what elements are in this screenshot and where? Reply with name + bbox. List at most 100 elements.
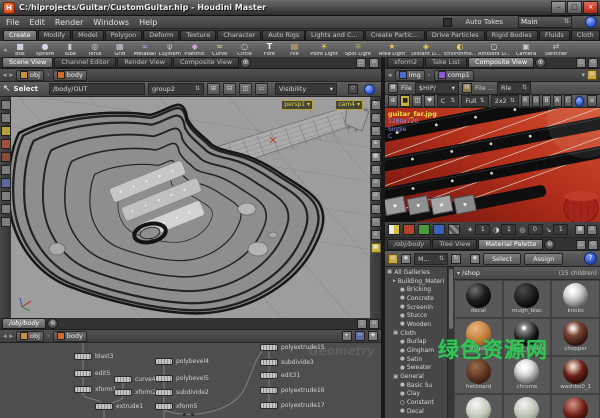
network-node-polyextrude15[interactable]: polyextrude15 <box>260 344 325 351</box>
network-node-polybevel4[interactable]: polybevel4 <box>155 358 209 365</box>
shelf-tab-lights[interactable]: Lights and C... <box>305 30 364 41</box>
tab-network-obj-body[interactable]: /obj/body <box>2 318 46 329</box>
pane-menu-icon[interactable]: ⊙ <box>588 58 598 68</box>
tool-camera[interactable]: ▣Camera <box>512 43 540 57</box>
tool-platonic[interactable]: ◆Platonic <box>183 43 206 57</box>
network-node-xform5[interactable]: xform5 <box>155 403 197 410</box>
breadcrumb-body[interactable]: body <box>53 331 87 342</box>
spinner-icon[interactable]: ⇅ <box>195 86 200 92</box>
network-node-polyextrude16[interactable]: polyextrude16 <box>260 387 325 394</box>
network-node-edit5[interactable]: edit5 <box>74 370 110 377</box>
close-button[interactable]: × <box>583 1 598 14</box>
view-option-icon[interactable]: ◫ <box>371 165 381 175</box>
menu-file[interactable]: File <box>6 18 19 27</box>
material-swatch-rough-black[interactable]: rough_blac <box>503 280 552 318</box>
node-type-icon[interactable]: ▦ <box>388 83 398 93</box>
material-swatch-decal[interactable]: decal <box>454 280 503 318</box>
select-none-button[interactable]: ⊟ <box>223 83 236 95</box>
network-node-subdivide2[interactable]: subdivide2 <box>155 389 209 396</box>
tab-obj-body[interactable]: /obj/body <box>387 239 431 250</box>
tree-item-general[interactable]: ▣General <box>385 372 447 381</box>
shelf-tab-deform[interactable]: Deform <box>143 30 179 41</box>
node-pill[interactable] <box>155 358 173 365</box>
chevron-down-icon[interactable]: ▾ <box>581 71 585 79</box>
view-option-icon[interactable]: ◇ <box>371 204 381 214</box>
nav-back-icon[interactable]: ◂ <box>3 71 7 79</box>
material-sphere[interactable] <box>466 283 491 308</box>
material-sphere[interactable] <box>563 321 588 346</box>
material-swatch[interactable] <box>454 394 503 418</box>
browse-icon[interactable]: ▤ <box>462 83 472 93</box>
node-pill[interactable] <box>260 344 278 351</box>
maximize-button[interactable]: □ <box>567 1 582 14</box>
nav-back-icon[interactable]: ◂ <box>3 332 7 340</box>
slope-value[interactable]: 1 <box>553 224 568 235</box>
material-sphere[interactable] <box>563 359 588 384</box>
format-dropdown[interactable]: Rle⇅ <box>497 82 531 94</box>
title-bar[interactable]: H C:/hiprojects/Guitar/CustomGuitar.hip … <box>0 0 600 16</box>
node-pill[interactable] <box>74 353 92 360</box>
view-tool-icon[interactable] <box>1 139 11 149</box>
node-pill[interactable] <box>114 389 132 396</box>
gallery-search-icon[interactable]: ◉ <box>401 254 411 264</box>
auto-takes-checkbox[interactable] <box>443 18 452 27</box>
view-option-icon[interactable]: ⊞ <box>371 139 381 149</box>
render-image-view[interactable]: guitar_far.jpg 1280x720 Single C <box>385 108 600 222</box>
network-node-polybevel5[interactable]: polybevel5 <box>155 375 209 382</box>
select-all-button[interactable]: ⊞ <box>207 83 220 95</box>
shelf-tab-driveparticles[interactable]: Drive Particles <box>426 30 485 41</box>
pane-menu-icon[interactable]: ⊙ <box>369 319 379 329</box>
tool-environment-light[interactable]: ◐Environme... <box>444 43 476 57</box>
add-pane-tab-icon[interactable]: ⊕ <box>535 57 546 68</box>
persp-camera-label[interactable]: persp1 ▾ <box>281 100 313 110</box>
viewport-scene[interactable] <box>0 97 381 318</box>
view-option-icon[interactable]: ▭ <box>371 126 381 136</box>
grid-select[interactable]: 2x2⇅ <box>491 95 519 107</box>
collapse-icon[interactable]: ▾ <box>457 270 460 277</box>
network-node-blast3[interactable]: blast3 <box>74 353 113 360</box>
add-pane-tab-icon[interactable]: ⊕ <box>47 318 58 329</box>
view-option-icon[interactable]: ⊟ <box>371 191 381 201</box>
pane-menu-icon[interactable]: ⊙ <box>588 240 598 250</box>
channel-g-button[interactable]: G <box>532 95 541 107</box>
view-option-icon[interactable]: ▭ <box>371 217 381 227</box>
tool-distant-light[interactable]: ◈Distant Li... <box>410 43 442 57</box>
tool-ambient-light[interactable]: ○Ambient Li... <box>478 43 510 57</box>
gallery-folder-icon[interactable]: ▤ <box>388 254 398 264</box>
tool-curve[interactable]: ≈Curve <box>208 43 231 57</box>
tool-grid[interactable]: ▦Grid <box>108 43 131 57</box>
menu-help[interactable]: Help <box>139 18 157 27</box>
shelf-tab-rigidbodies[interactable]: Rigid Bodies <box>486 30 538 41</box>
material-swatch-knobs[interactable]: knobs <box>551 280 600 318</box>
tree-item-stucco[interactable]: ●Stucco <box>385 311 447 320</box>
alpha-swatch[interactable] <box>448 224 460 235</box>
breadcrumb-comp1[interactable]: comp1 <box>434 70 474 81</box>
tree-item-bricking[interactable]: ●Bricking <box>385 285 447 294</box>
spinner-icon[interactable]: ⇅ <box>522 85 527 91</box>
select-loop-button[interactable]: ▭ <box>255 83 268 95</box>
channel-r-button[interactable]: R <box>521 95 530 107</box>
red-swatch[interactable] <box>403 224 415 235</box>
select-button[interactable]: Select <box>483 253 521 265</box>
network-node-xform1[interactable]: xform1 <box>74 386 116 393</box>
material-sphere[interactable] <box>466 397 491 418</box>
breadcrumb-img[interactable]: img <box>395 70 425 81</box>
select-cursor-icon[interactable]: ↖ <box>3 84 11 94</box>
view-option-icon[interactable]: ↻ <box>371 100 381 110</box>
tree-item-all-galleries[interactable]: ▣All Galleries <box>385 268 447 277</box>
snap-icon[interactable]: ◇ <box>348 84 358 94</box>
material-swatch[interactable] <box>551 394 600 418</box>
tool-spot-light[interactable]: ☼Spot Light <box>342 43 374 57</box>
tab-composite-view[interactable]: Composite View <box>468 57 534 68</box>
node-pill[interactable] <box>260 359 278 366</box>
shelf-tab-createparticles[interactable]: Create Partic... <box>365 30 425 41</box>
tool-metaball[interactable]: ∞Metaball <box>133 43 156 57</box>
nav-back-icon[interactable]: ◂ <box>388 71 392 79</box>
cam-camera-label[interactable]: cam4 ▾ <box>335 100 363 110</box>
node-pill[interactable] <box>95 403 113 410</box>
node-pill[interactable] <box>155 375 173 382</box>
filter-field[interactable]: M...⇅ <box>414 253 448 265</box>
material-swatch[interactable] <box>503 394 552 418</box>
tab-xform2[interactable]: xform2 <box>387 57 424 68</box>
pane-split-icon[interactable]: ◫ <box>356 58 366 68</box>
